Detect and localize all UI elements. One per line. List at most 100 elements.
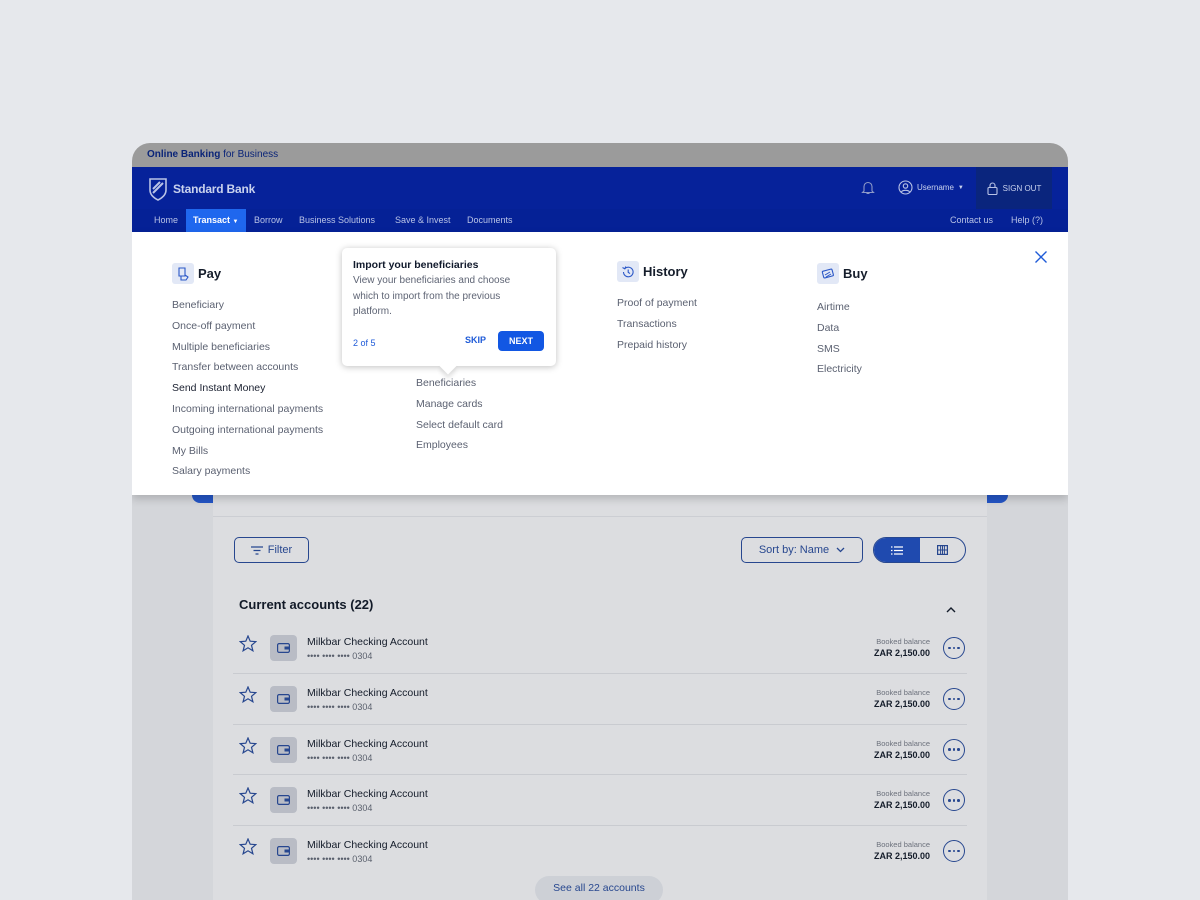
menu-link-salary-payments[interactable]: Salary payments xyxy=(172,465,323,486)
account-number: •••• •••• •••• 0304 xyxy=(307,701,373,712)
star-icon[interactable] xyxy=(239,787,257,805)
balance-value: ZAR 2,150.00 xyxy=(873,648,930,658)
tooltip-next-button[interactable]: NEXT xyxy=(498,331,544,351)
more-icon[interactable] xyxy=(943,687,965,710)
grid-view-button[interactable] xyxy=(920,538,966,562)
wallet-icon xyxy=(270,736,297,763)
star-icon[interactable] xyxy=(239,838,257,856)
account-name: Milkbar Checking Account xyxy=(307,686,428,699)
account-name: Milkbar Checking Account xyxy=(307,737,428,750)
nav-help[interactable]: Help (?) xyxy=(1011,209,1043,232)
balance-label: Booked balance xyxy=(876,738,930,748)
tooltip-arrow xyxy=(439,357,457,375)
accounts-area: Filter Sort by: Name Current accounts (2… xyxy=(132,495,1068,900)
nav-contact-us[interactable]: Contact us xyxy=(950,209,993,232)
menu-link-prepaid-history[interactable]: Prepaid history xyxy=(617,339,697,360)
pay-icon xyxy=(172,263,194,284)
nav-transact[interactable]: Transact ▼ xyxy=(186,209,246,232)
manage-column: Beneficiaries Manage cards Select defaul… xyxy=(416,377,503,460)
menu-link-employees[interactable]: Employees xyxy=(416,439,503,460)
balance-value: ZAR 2,150.00 xyxy=(873,698,930,709)
account-name: Milkbar Checking Account xyxy=(307,788,428,801)
see-all-accounts-button[interactable]: See all 22 accounts xyxy=(535,876,663,900)
sort-dropdown[interactable]: Sort by: Name xyxy=(741,537,863,563)
menu-link-transactions[interactable]: Transactions xyxy=(617,318,697,339)
top-banner: Online Banking for Business xyxy=(132,143,1068,167)
menu-link-proof-of-payment[interactable]: Proof of payment xyxy=(617,297,697,318)
star-icon[interactable] xyxy=(239,736,257,754)
bank-logo[interactable]: Standard Bank xyxy=(148,177,255,201)
star-icon[interactable] xyxy=(239,685,257,703)
caret-down-icon: ▼ xyxy=(957,184,964,191)
balance-label: Booked balance xyxy=(876,687,930,697)
account-number: •••• •••• •••• 0304 xyxy=(307,803,373,814)
user-menu[interactable]: Username ▼ xyxy=(898,180,964,195)
menu-link-beneficiary[interactable]: Beneficiary xyxy=(172,299,323,320)
list-view-button[interactable] xyxy=(874,538,920,562)
menu-link-multiple-beneficiaries[interactable]: Multiple beneficiaries xyxy=(172,341,323,362)
menu-link-transfer-between-accounts[interactable]: Transfer between accounts xyxy=(172,361,323,382)
sort-label: Sort by: Name xyxy=(758,544,830,556)
wallet-icon xyxy=(270,787,297,814)
panel-header xyxy=(213,495,987,517)
menu-link-manage-cards[interactable]: Manage cards xyxy=(416,398,503,419)
menu-link-once-off-payment[interactable]: Once-off payment xyxy=(172,320,323,341)
more-icon[interactable] xyxy=(943,840,965,863)
onboarding-tooltip: Import your beneficiaries View your bene… xyxy=(342,248,556,375)
tooltip-body: View your beneficiaries and choose which… xyxy=(353,275,511,317)
buy-icon xyxy=(817,263,839,284)
nav-save-invest[interactable]: Save & Invest xyxy=(395,209,451,232)
menu-link-data[interactable]: Data xyxy=(817,322,868,343)
tooltip-step-counter: 2 of 5 xyxy=(353,338,376,348)
account-row[interactable]: Milkbar Checking Account •••• •••• •••• … xyxy=(233,775,967,827)
tooltip-skip-button[interactable]: SKIP xyxy=(465,335,486,345)
account-row[interactable]: Milkbar Checking Account •••• •••• •••• … xyxy=(233,674,967,725)
pay-links: Beneficiary Once-off payment Multiple be… xyxy=(172,299,323,486)
account-row[interactable]: Milkbar Checking Account •••• •••• •••• … xyxy=(233,826,967,877)
history-links: Proof of payment Transactions Prepaid hi… xyxy=(617,297,697,359)
nav-borrow[interactable]: Borrow xyxy=(254,209,283,232)
star-icon[interactable] xyxy=(239,635,257,652)
account-row[interactable]: Milkbar Checking Account •••• •••• •••• … xyxy=(233,623,967,674)
nav-documents[interactable]: Documents xyxy=(467,209,513,232)
more-icon[interactable] xyxy=(943,637,965,659)
bank-name: Standard Bank xyxy=(173,182,256,196)
menu-link-send-instant-money[interactable]: Send Instant Money xyxy=(172,382,323,403)
history-icon xyxy=(617,261,639,282)
account-row[interactable]: Milkbar Checking Account •••• •••• •••• … xyxy=(233,725,967,776)
view-toggle xyxy=(873,537,966,563)
menu-link-sms[interactable]: SMS xyxy=(817,343,868,364)
balance-label: Booked balance xyxy=(876,637,930,646)
menu-link-airtime[interactable]: Airtime xyxy=(817,301,868,322)
nav-business-solutions[interactable]: Business Solutions xyxy=(299,209,375,232)
account-list: Milkbar Checking Account •••• •••• •••• … xyxy=(233,623,967,877)
more-icon[interactable] xyxy=(943,738,965,761)
balance-value: ZAR 2,150.00 xyxy=(873,749,930,760)
menu-link-beneficiaries[interactable]: Beneficiaries xyxy=(416,377,503,398)
menu-link-outgoing-international[interactable]: Outgoing international payments xyxy=(172,424,323,445)
main-nav: Home Transact ▼ Borrow Business Solution… xyxy=(132,209,1068,232)
balance-label: Booked balance xyxy=(876,840,930,850)
buy-heading: Buy xyxy=(817,263,868,284)
buy-links: Airtime Data SMS Electricity xyxy=(817,301,868,384)
transact-mega-menu: Pay Beneficiary Once-off payment Multipl… xyxy=(132,232,1068,495)
more-icon[interactable] xyxy=(943,789,965,812)
chevron-up-icon[interactable] xyxy=(946,600,956,618)
close-icon[interactable] xyxy=(1034,250,1048,269)
sign-out-button[interactable]: SIGN OUT xyxy=(976,167,1052,209)
lock-icon xyxy=(987,181,998,195)
bell-icon[interactable] xyxy=(861,180,875,200)
pay-column: Pay Beneficiary Once-off payment Multipl… xyxy=(172,263,323,486)
menu-link-my-bills[interactable]: My Bills xyxy=(172,445,323,466)
chevron-down-icon xyxy=(836,547,845,553)
balance-value: ZAR 2,150.00 xyxy=(873,800,930,811)
grid-view-icon xyxy=(936,545,948,555)
menu-link-incoming-international[interactable]: Incoming international payments xyxy=(172,403,323,424)
filter-button[interactable]: Filter xyxy=(234,537,309,563)
account-number: •••• •••• •••• 0304 xyxy=(307,752,373,763)
app-window: Online Banking for Business Standard Ban… xyxy=(132,143,1068,900)
menu-link-electricity[interactable]: Electricity xyxy=(817,363,868,384)
menu-link-select-default-card[interactable]: Select default card xyxy=(416,419,503,440)
sign-out-label: SIGN OUT xyxy=(1002,183,1042,193)
nav-home[interactable]: Home xyxy=(154,209,178,232)
